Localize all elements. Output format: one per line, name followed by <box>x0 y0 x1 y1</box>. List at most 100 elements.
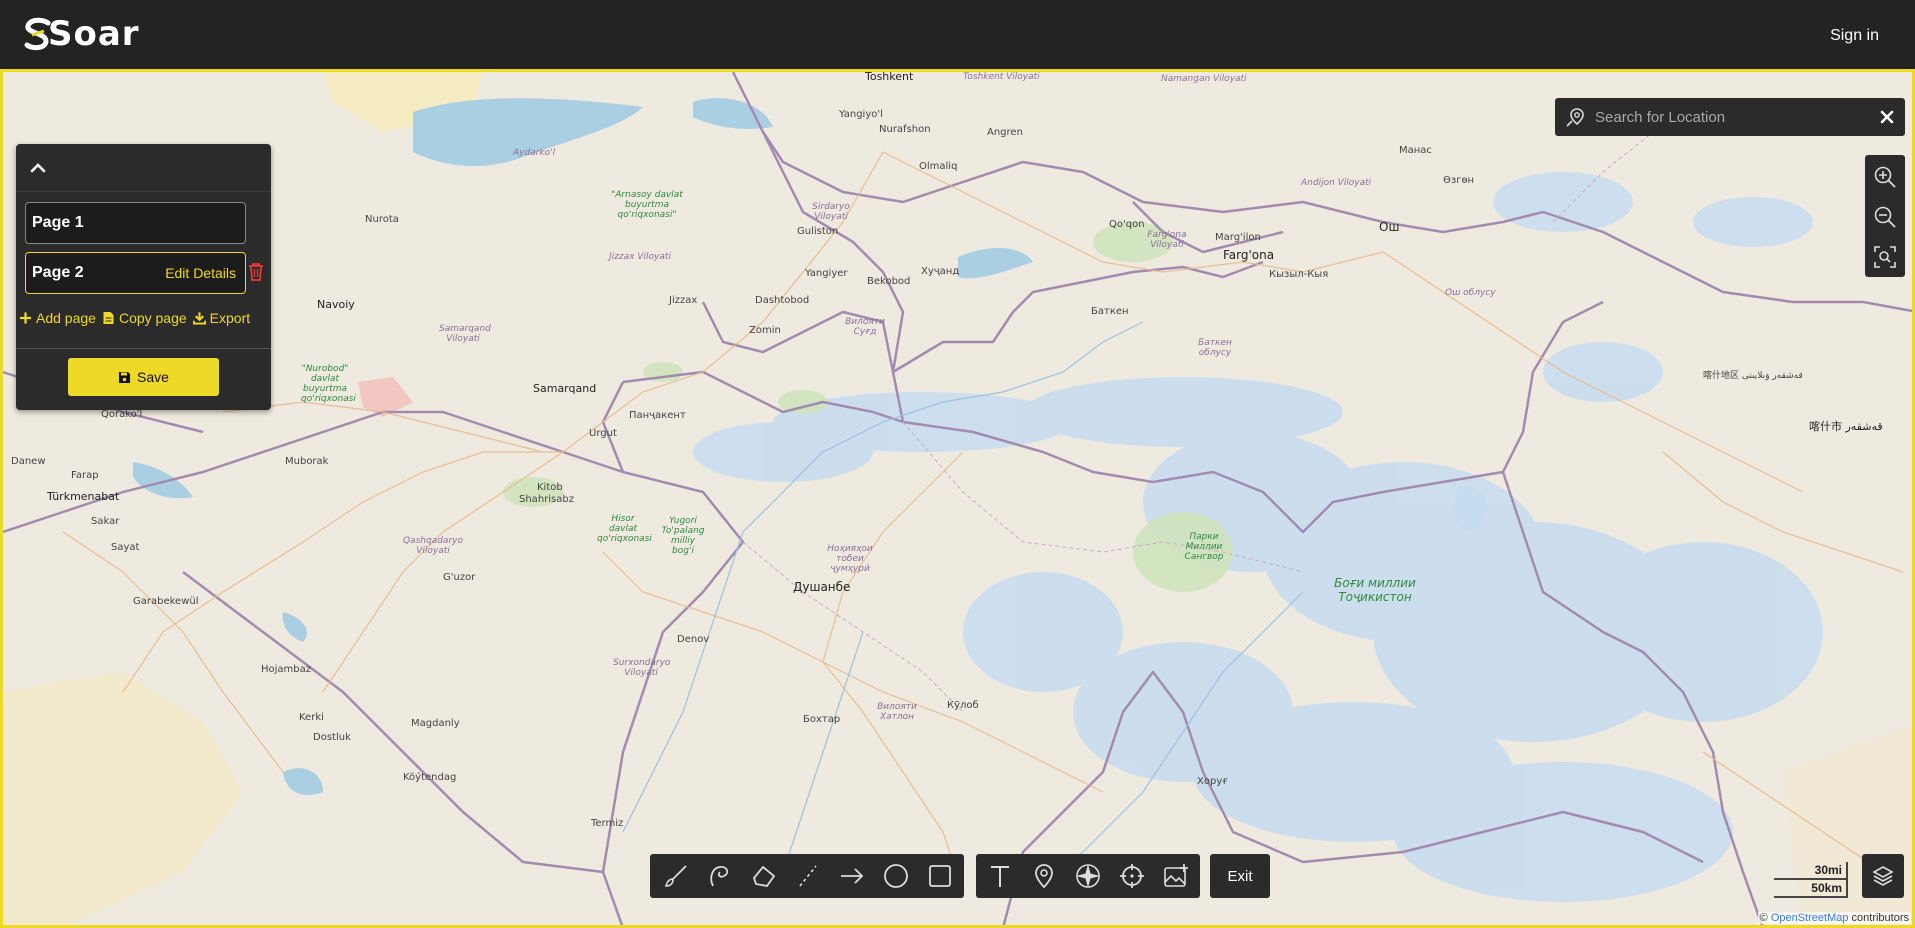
chevron-up-icon[interactable] <box>28 158 48 178</box>
download-icon <box>192 312 206 325</box>
region-label: Toshkent Viloyati <box>963 72 1040 82</box>
soar-logo[interactable]: Soar <box>24 14 140 54</box>
place-label: Хоруғ <box>1197 776 1229 787</box>
compass-tool[interactable] <box>1066 854 1110 898</box>
layers-icon <box>1872 866 1894 886</box>
park-label: Парки Миллии Сангвор <box>1184 532 1224 562</box>
map-canvas[interactable]: Toshkent Toshkent Viloyati Namangan Vilo… <box>0 72 1915 928</box>
place-label: Urgut <box>589 428 617 439</box>
osm-link[interactable]: OpenStreetMap <box>1771 912 1849 924</box>
polyline-tool[interactable] <box>786 854 830 898</box>
image-icon <box>1164 864 1188 887</box>
pin-tool[interactable] <box>1022 854 1066 898</box>
place-label: 喀什市 قەشقەر <box>1809 420 1883 433</box>
edit-details-link[interactable]: Edit Details <box>165 265 236 281</box>
place-label: Denov <box>677 634 710 645</box>
trash-icon[interactable] <box>247 262 265 282</box>
place-label: Shahrisabz <box>519 494 574 505</box>
app-root: Soar Sign in Toshkent Toshkent Viloyati … <box>0 0 1915 928</box>
attribution-suffix: contributors <box>1848 912 1909 924</box>
copy-page-label: Copy page <box>118 310 187 326</box>
place-label: Olmaliq <box>919 161 958 172</box>
region-label: Farg'ona Viloyati <box>1147 230 1187 250</box>
add-page-button[interactable]: Add page <box>19 310 96 326</box>
place-label: Душанбе <box>793 580 851 594</box>
place-label: Dashtobod <box>755 295 810 306</box>
place-label: Баткен <box>1091 306 1129 317</box>
attribution-prefix: © <box>1759 912 1768 924</box>
park-label: "Nurobod" davlat buyurtma qo'riqxonasi <box>301 364 356 404</box>
page-item-1[interactable]: Page 1 <box>25 202 246 244</box>
save-label: Save <box>137 369 169 385</box>
top-header: Soar Sign in <box>0 0 1915 72</box>
place-label: Samarqand <box>533 382 597 395</box>
region-label: Ош облусу <box>1445 288 1496 298</box>
region-label: Surxondaryo Viloyati <box>613 658 671 678</box>
rectangle-icon <box>929 865 951 887</box>
place-label: Magdanly <box>411 718 460 729</box>
region-label: Andijon Viloyati <box>1301 178 1372 188</box>
scale-km: 50km <box>1774 880 1848 898</box>
park-label: "Arnasoy davlat buyurtma qo'riqxonasi" <box>611 190 683 220</box>
arrow-tool[interactable] <box>830 854 874 898</box>
save-button[interactable]: Save <box>68 358 219 396</box>
place-label: Бохтар <box>803 714 841 725</box>
export-button[interactable]: Export <box>192 310 251 326</box>
region-label: Jizzax Viloyati <box>609 252 671 262</box>
region-label: Баткен облусу <box>1198 338 1232 358</box>
place-label: Angren <box>987 127 1023 138</box>
region-label: Qashqadaryo Viloyati <box>403 536 463 556</box>
search-input[interactable] <box>1595 104 1865 130</box>
copy-page-button[interactable]: Copy page <box>102 310 187 326</box>
panel-header <box>16 144 271 192</box>
marker-toolbar <box>976 854 1200 898</box>
place-label: Zomin <box>749 325 781 336</box>
sign-in-link[interactable]: Sign in <box>1830 27 1879 45</box>
place-label: Kerki <box>299 712 324 723</box>
polygon-icon <box>752 865 776 887</box>
place-label: Хуҷанд <box>921 266 960 277</box>
place-label: Kitob <box>537 482 563 493</box>
region-label: Samarqand Viloyati <box>439 324 491 344</box>
close-icon[interactable] <box>1879 109 1895 125</box>
place-label: Hojambaz <box>261 664 312 675</box>
place-label: Toshkent <box>865 72 914 83</box>
place-label: Köýtendag <box>403 772 457 783</box>
page-label: Page 2 <box>32 264 84 281</box>
place-label: Muborak <box>285 456 329 467</box>
brush-tool[interactable] <box>654 854 698 898</box>
image-tool[interactable] <box>1154 854 1198 898</box>
place-label: Кӯлоб <box>947 700 979 711</box>
place-label: Yangiyo'l <box>839 109 883 120</box>
crosshair-icon <box>1120 864 1144 888</box>
zoom-in-icon[interactable] <box>1873 165 1897 189</box>
zoom-out-icon[interactable] <box>1873 205 1897 229</box>
place-label: Nurota <box>365 214 399 225</box>
page-item-2[interactable]: Page 2 Edit Details <box>25 252 246 294</box>
place-label: Jizzax <box>669 295 698 306</box>
layers-button[interactable] <box>1862 854 1904 898</box>
fit-view-icon[interactable] <box>1873 245 1897 269</box>
soar-logo-mark-icon <box>24 17 52 51</box>
export-label: Export <box>209 310 251 326</box>
region-label: Namangan Viloyati <box>1161 74 1247 84</box>
place-label: Dostluk <box>313 732 351 743</box>
freehand-tool[interactable] <box>698 854 742 898</box>
page-label: Page 1 <box>32 214 84 231</box>
place-label: Qorako'l <box>101 409 143 420</box>
map-attribution: © OpenStreetMap contributors <box>1757 912 1911 924</box>
place-label: Өзгөн <box>1443 175 1475 186</box>
location-search <box>1555 98 1905 136</box>
exit-button[interactable]: Exit <box>1210 854 1270 898</box>
region-label: Вилояти Хатлон <box>877 702 917 722</box>
crosshair-tool[interactable] <box>1110 854 1154 898</box>
plus-icon <box>19 312 32 324</box>
place-label: Yangiyer <box>805 268 848 279</box>
circle-tool[interactable] <box>874 854 918 898</box>
polygon-tool[interactable] <box>742 854 786 898</box>
rectangle-tool[interactable] <box>918 854 962 898</box>
text-tool[interactable] <box>978 854 1022 898</box>
place-label: Termiz <box>591 818 624 829</box>
region-label: Sirdaryo Viloyati <box>812 202 850 222</box>
region-label: Ноҳияҳои тобеи ҷумҳурӣ <box>827 544 873 574</box>
